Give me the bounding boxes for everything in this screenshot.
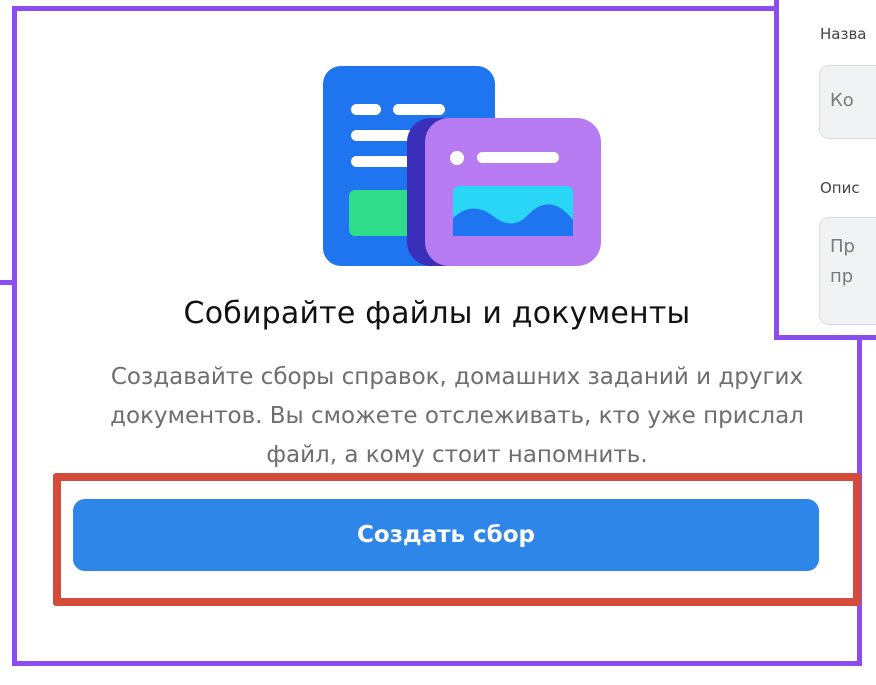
document-with-image-icon (323, 66, 601, 266)
description-placeholder-line: Пр (830, 236, 855, 257)
description-textarea[interactable]: Пр пр (819, 217, 876, 325)
background-panel-fragment (0, 280, 12, 685)
description-placeholder-line: пр (830, 266, 854, 287)
name-input[interactable]: Ко (819, 65, 876, 139)
description-field-label: Опис (820, 179, 860, 197)
empty-state-description: Создавайте сборы справок, домашних задан… (110, 364, 804, 468)
collection-form-panel: Назва Ко Опис Пр пр (774, 0, 876, 340)
create-collection-button[interactable]: Создать сбор (73, 499, 819, 571)
name-field-label: Назва (820, 25, 867, 43)
empty-state-title: Собирайте файлы и документы (183, 296, 691, 331)
name-input-placeholder: Ко (830, 90, 854, 111)
